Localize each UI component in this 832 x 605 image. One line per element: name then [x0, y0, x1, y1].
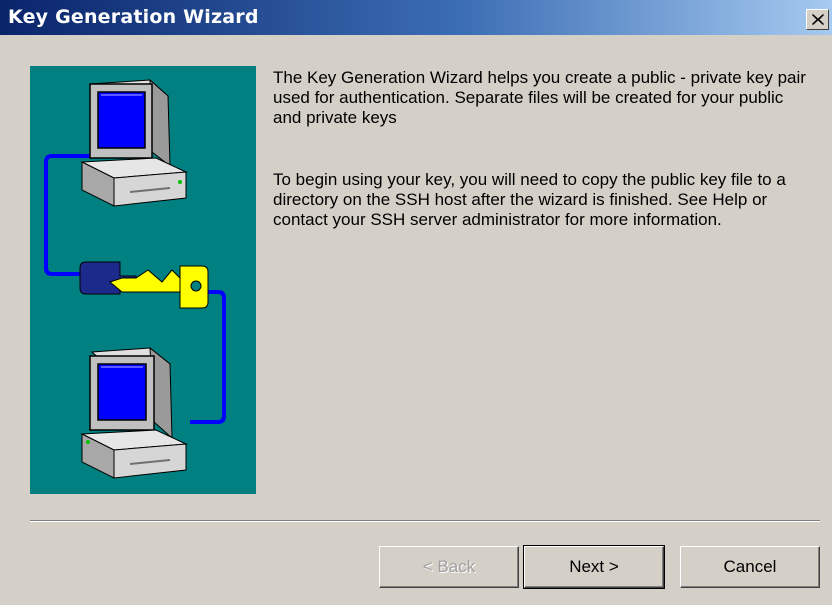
cancel-button[interactable]: Cancel	[680, 546, 820, 588]
intro-paragraph: The Key Generation Wizard helps you crea…	[273, 68, 806, 127]
window-title: Key Generation Wizard	[8, 6, 259, 28]
computer-icon	[80, 346, 188, 479]
divider-highlight	[30, 521, 820, 522]
back-button[interactable]: < Back	[379, 546, 519, 588]
instructions-paragraph: To begin using your key, you will need t…	[273, 170, 786, 229]
close-icon	[812, 14, 824, 25]
close-button[interactable]	[806, 9, 829, 30]
wizard-illustration	[30, 66, 256, 494]
title-bar[interactable]: Key Generation Wizard	[0, 0, 832, 35]
key-icon	[79, 261, 209, 309]
next-button[interactable]: Next >	[523, 545, 665, 589]
computer-icon	[80, 78, 188, 207]
